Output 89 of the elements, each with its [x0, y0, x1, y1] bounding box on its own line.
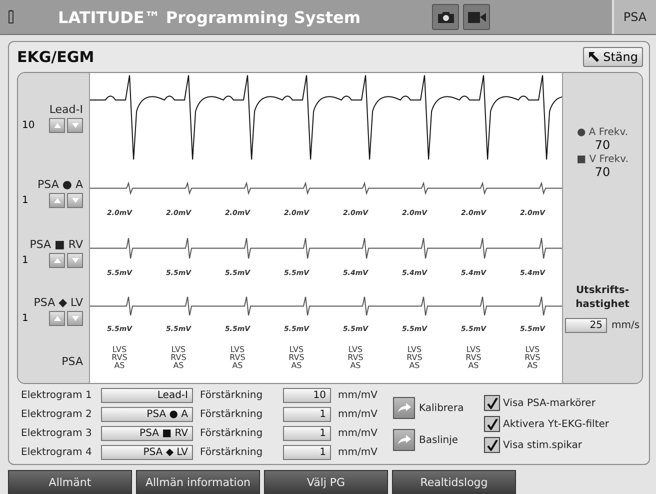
video-camera-icon [468, 12, 486, 22]
electrogram-label: Elektrogram 2 [21, 409, 93, 420]
battery-icon [8, 10, 14, 24]
gain-label: Förstärkning [200, 409, 264, 420]
panel-title: EKG/EGM [17, 48, 94, 66]
option-label: Aktivera Yt-EKG-filter [503, 418, 609, 430]
gain-up-button[interactable] [49, 311, 65, 326]
option-label: Visa PSA-markörer [503, 398, 596, 408]
down-arrow-icon [72, 198, 78, 203]
camera-button[interactable] [432, 4, 459, 30]
gain-up-button[interactable] [49, 253, 65, 268]
gain-down-button[interactable] [67, 253, 83, 268]
check-icon [486, 440, 498, 450]
electrogram-label: Elektrogram 4 [21, 447, 93, 458]
option-label: Visa stim.spikar [503, 440, 582, 450]
check-icon [486, 398, 498, 408]
rate-value: 70 [594, 165, 610, 179]
electrogram-label: Elektrogram 3 [21, 428, 93, 439]
event-marker: LVS RVS AS [348, 346, 364, 372]
event-marker: LVS RVS AS [466, 346, 482, 372]
channel-label: Lead-I [49, 103, 83, 116]
curved-arrow-icon [397, 435, 411, 445]
down-arrow-icon [72, 258, 78, 263]
gain-label: Förstärkning [200, 390, 264, 401]
event-marker: LVS RVS AS [288, 346, 304, 372]
print-speed-label: Utskrifts- hastighet [576, 284, 630, 312]
gain-down-button[interactable] [67, 193, 83, 208]
camera-icon [438, 11, 454, 23]
check-icon [486, 418, 498, 430]
up-arrow-icon [54, 198, 60, 203]
event-marker: LVS RVS AS [524, 346, 540, 372]
action-label: Kalibrera [419, 402, 464, 414]
channel-label: PSA ■ RV [30, 238, 83, 251]
source-select[interactable]: PSA ● A [101, 407, 193, 422]
channel-label: PSA ● A [38, 178, 83, 191]
arrow-icon [588, 51, 600, 63]
gain-field[interactable]: 1 [283, 426, 331, 441]
gain-label: Förstärkning [200, 428, 264, 439]
nav-tab[interactable]: Allmän information [136, 470, 260, 494]
channel-label: PSA [62, 354, 83, 368]
up-arrow-icon [54, 316, 60, 321]
nav-tab[interactable]: Allmänt [8, 470, 132, 494]
close-button[interactable]: Stäng [583, 47, 643, 67]
gain-field[interactable]: 1 [283, 445, 331, 460]
action-button[interactable] [393, 397, 415, 419]
gain-field[interactable]: 10 [283, 388, 331, 403]
gain-value: 1 [22, 255, 28, 266]
speed-field[interactable]: 25 [565, 318, 608, 333]
up-arrow-icon [54, 123, 60, 128]
checkbox[interactable] [484, 437, 500, 453]
mode-button[interactable]: PSA [612, 0, 656, 34]
gain-value: 1 [22, 313, 28, 324]
electrogram-label: Elektrogram 1 [21, 390, 93, 401]
channel-label: PSA ◆ LV [34, 296, 83, 309]
unit-label: mm/s [611, 320, 640, 331]
unit-label: mm/mV [338, 447, 378, 458]
gain-down-button[interactable] [67, 311, 83, 326]
unit-label: mm/mV [338, 390, 378, 401]
source-select[interactable]: PSA ■ RV [101, 426, 193, 441]
nav-tab[interactable]: Välj PG [264, 470, 388, 494]
checkbox[interactable] [484, 416, 500, 432]
unit-label: mm/mV [338, 428, 378, 439]
unit-label: mm/mV [338, 409, 378, 420]
rate-label: ■ V Frekv. [576, 154, 628, 165]
gain-down-button[interactable] [67, 118, 83, 133]
event-marker: LVS RVS AS [406, 346, 422, 372]
rate-value: 70 [594, 138, 610, 152]
up-arrow-icon [54, 258, 60, 263]
app-title: LATITUDE™ Programming System [58, 8, 362, 26]
gain-value: 10 [22, 120, 35, 131]
action-button[interactable] [393, 429, 415, 451]
gain-up-button[interactable] [49, 193, 65, 208]
source-select[interactable]: Lead-I [101, 388, 193, 403]
down-arrow-icon [72, 123, 78, 128]
gain-field[interactable]: 1 [283, 407, 331, 422]
source-select[interactable]: PSA ◆ LV [101, 445, 193, 460]
event-marker: LVS RVS AS [112, 346, 128, 372]
gain-label: Förstärkning [200, 447, 264, 458]
gain-up-button[interactable] [49, 118, 65, 133]
down-arrow-icon [72, 316, 78, 321]
rate-label: ● A Frekv. [576, 127, 628, 138]
nav-tab[interactable]: Realtidslogg [392, 470, 516, 494]
checkbox[interactable] [484, 395, 500, 411]
action-label: Baslinje [419, 434, 458, 446]
event-marker: LVS RVS AS [230, 346, 246, 372]
curved-arrow-icon [397, 403, 411, 413]
video-button[interactable] [463, 4, 490, 30]
event-marker: LVS RVS AS [170, 346, 186, 372]
gain-value: 1 [22, 195, 28, 206]
